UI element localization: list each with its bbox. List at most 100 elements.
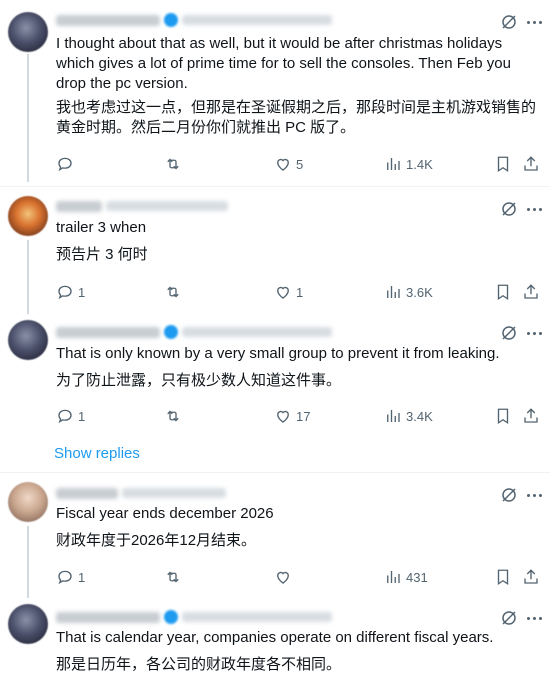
- bookmark-icon: [497, 408, 509, 425]
- thread-line: [27, 54, 29, 182]
- grok-icon[interactable]: [500, 609, 518, 627]
- share-button[interactable]: [522, 283, 540, 301]
- reply-button[interactable]: 1: [56, 407, 85, 425]
- more-options-icon[interactable]: [524, 486, 544, 504]
- like-button[interactable]: 5: [274, 155, 303, 173]
- tweet-translation: 财政年度于2026年12月结束。: [56, 532, 257, 549]
- share-button[interactable]: [522, 407, 540, 425]
- tweet-header: [56, 196, 228, 216]
- verified-badge-icon: [164, 13, 178, 27]
- retweet-icon: [167, 571, 179, 583]
- avatar[interactable]: [8, 12, 48, 52]
- view-count: 3.4K: [406, 408, 433, 424]
- heart-icon: [277, 286, 289, 299]
- action-bar: 1 17 3.4K: [56, 407, 542, 427]
- views-chart-icon: [387, 286, 400, 298]
- more-options-icon[interactable]: [524, 200, 544, 218]
- author-name[interactable]: [56, 200, 102, 212]
- retweet-button[interactable]: [164, 283, 186, 301]
- author-handle[interactable]: [182, 15, 332, 25]
- grok-icon[interactable]: [500, 13, 518, 31]
- tweet-text: That is only known by a very small group…: [56, 345, 500, 362]
- more-options-icon[interactable]: [524, 609, 544, 627]
- author-name[interactable]: [56, 611, 160, 623]
- tweet-translation: 预告片 3 何时: [56, 246, 148, 263]
- action-bar: 5 1.4K: [56, 155, 542, 175]
- avatar[interactable]: [8, 196, 48, 236]
- retweet-button[interactable]: [164, 568, 186, 586]
- tweet-header: [56, 10, 332, 30]
- reply-icon: [58, 409, 72, 424]
- retweet-icon: [167, 286, 179, 298]
- tweet-translation: 那是日历年，各公司的财政年度各不相同。: [56, 656, 342, 673]
- divider: [0, 472, 550, 473]
- like-count: 1: [296, 284, 304, 300]
- bookmark-button[interactable]: [494, 155, 512, 173]
- show-replies-link[interactable]: Show replies: [54, 445, 140, 462]
- views-button[interactable]: 3.4K: [384, 407, 433, 425]
- retweet-button[interactable]: [164, 407, 186, 425]
- reply-count: 1: [78, 284, 86, 300]
- share-icon: [524, 408, 538, 423]
- like-button[interactable]: 1: [274, 283, 303, 301]
- grok-icon[interactable]: [500, 486, 518, 504]
- reply-button[interactable]: [56, 155, 78, 173]
- avatar[interactable]: [8, 604, 48, 644]
- reply-button[interactable]: 1: [56, 568, 85, 586]
- tweet-header: [56, 607, 332, 627]
- avatar[interactable]: [8, 482, 48, 522]
- retweet-button[interactable]: [164, 155, 186, 173]
- view-count: 1.4K: [406, 156, 433, 172]
- like-count: 5: [296, 156, 304, 172]
- view-count: 431: [406, 569, 428, 585]
- author-handle[interactable]: [106, 201, 228, 211]
- bookmark-button[interactable]: [494, 407, 512, 425]
- reply-icon: [58, 570, 72, 585]
- verified-badge-icon: [164, 325, 178, 339]
- bookmark-icon: [497, 284, 509, 301]
- author-name[interactable]: [56, 487, 118, 499]
- like-button[interactable]: [274, 568, 296, 586]
- share-button[interactable]: [522, 155, 540, 173]
- divider: [0, 186, 550, 187]
- grok-icon[interactable]: [500, 324, 518, 342]
- share-icon: [524, 156, 538, 171]
- views-button[interactable]: 1.4K: [384, 155, 433, 173]
- like-count: 17: [296, 408, 311, 424]
- author-name[interactable]: [56, 14, 160, 26]
- author-handle[interactable]: [182, 327, 332, 337]
- heart-icon: [277, 571, 289, 584]
- views-chart-icon: [387, 158, 400, 170]
- bookmark-icon: [497, 569, 509, 586]
- reply-icon: [58, 285, 72, 300]
- like-button[interactable]: 17: [274, 407, 310, 425]
- tweet-text: Fiscal year ends december 2026: [56, 505, 274, 522]
- author-handle[interactable]: [122, 488, 226, 498]
- tweet-translation: 我也考虑过这一点，但那是在圣诞假期之后，那段时间是主机游戏销售的黄金时期。然后二…: [56, 99, 537, 136]
- heart-icon: [277, 158, 289, 171]
- grok-icon[interactable]: [500, 200, 518, 218]
- tweet-translation: 为了防止泄露，只有极少数人知道这件事。: [56, 372, 342, 389]
- action-bar: 1 1 3.6K: [56, 283, 542, 303]
- bookmark-button[interactable]: [494, 283, 512, 301]
- bookmark-button[interactable]: [494, 568, 512, 586]
- more-options-icon[interactable]: [524, 324, 544, 342]
- more-options-icon[interactable]: [524, 13, 544, 31]
- author-name[interactable]: [56, 326, 160, 338]
- retweet-icon: [167, 410, 179, 422]
- reply-button[interactable]: 1: [56, 283, 85, 301]
- avatar[interactable]: [8, 320, 48, 360]
- views-button[interactable]: 3.6K: [384, 283, 433, 301]
- reply-count: 1: [78, 408, 86, 424]
- heart-icon: [277, 410, 289, 423]
- share-icon: [524, 284, 538, 299]
- share-icon: [524, 569, 538, 584]
- verified-badge-icon: [164, 610, 178, 624]
- tweet-text: That is calendar year, companies operate…: [56, 629, 494, 646]
- author-handle[interactable]: [182, 612, 332, 622]
- views-chart-icon: [387, 410, 400, 422]
- thread-line: [27, 526, 29, 598]
- action-bar: 1 431: [56, 568, 542, 588]
- share-button[interactable]: [522, 568, 540, 586]
- views-button[interactable]: 431: [384, 568, 428, 586]
